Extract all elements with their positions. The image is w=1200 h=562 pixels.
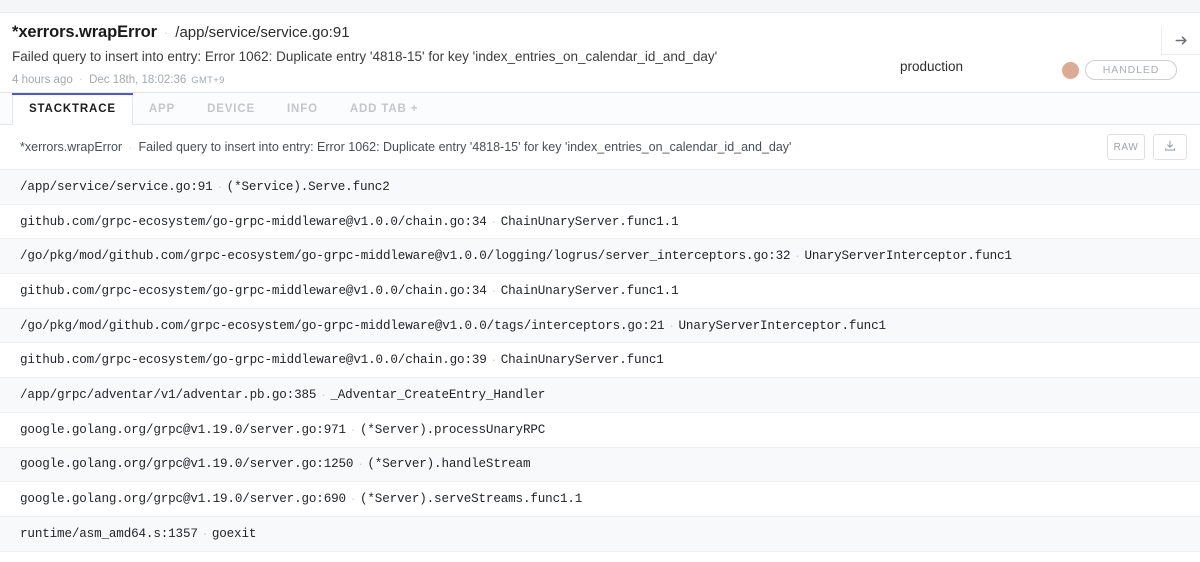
stack-frame-function: ChainUnaryServer.func1.1 — [500, 214, 679, 229]
stack-frame-location: /app/service/service.go:91 — [20, 179, 213, 194]
status-dot — [1062, 62, 1079, 79]
stack-frame-location: /go/pkg/mod/github.com/grpc-ecosystem/go… — [20, 249, 791, 264]
stack-frame-separator: · — [217, 179, 222, 194]
stack-frame-separator: · — [358, 457, 363, 472]
stack-frame-function: _Adventar_CreateEntry_Handler — [330, 387, 546, 402]
stack-frame-function: (*Server).processUnaryRPC — [359, 422, 546, 437]
stack-frame-separator: · — [491, 214, 496, 229]
stacktrace-subheader: *xerrors.wrapError · Failed query to ins… — [0, 125, 1200, 170]
stacktrace-list: /app/service/service.go:91 · (*Service).Se… — [0, 170, 1200, 552]
tab-app[interactable]: APP — [133, 93, 191, 125]
error-title-line: *xerrors.wrapError · /app/service/servic… — [12, 22, 1184, 43]
stack-frame-location: github.com/grpc-ecosystem/go-grpc-middle… — [20, 283, 487, 298]
stack-frame-row[interactable]: github.com/grpc-ecosystem/go-grpc-middle… — [0, 274, 1200, 309]
stack-frame-row[interactable]: google.golang.org/grpc@v1.19.0/server.go… — [0, 412, 1200, 448]
environment-label: production — [900, 59, 964, 74]
tab-add[interactable]: ADD TAB + — [334, 93, 434, 125]
stack-frame-row[interactable]: /go/pkg/mod/github.com/grpc-ecosystem/go… — [0, 239, 1200, 275]
error-message: Failed query to insert into entry: Error… — [12, 48, 718, 64]
error-location[interactable]: /app/service/service.go:91 — [175, 24, 349, 43]
error-timestamp: 4 hours ago · Dec 18th, 18:02:36 GMT+9 — [12, 71, 1184, 86]
stack-frame-separator: · — [202, 526, 207, 541]
status-badge[interactable]: HANDLED — [1085, 60, 1177, 80]
tab-bar: STACKTRACE APP DEVICE INFO ADD TAB + — [0, 93, 1200, 125]
stack-frame-location: /go/pkg/mod/github.com/grpc-ecosystem/go… — [20, 318, 665, 333]
title-separator: · — [163, 25, 169, 40]
next-error-button[interactable] — [1161, 26, 1200, 55]
stack-frame-function: UnaryServerInterceptor.func1 — [804, 249, 1012, 264]
stack-frame-separator: · — [491, 353, 496, 368]
arrow-right-icon — [1174, 33, 1189, 48]
tab-label: STACKTRACE — [29, 102, 116, 115]
tab-label: INFO — [287, 103, 318, 115]
stack-frame-function: (*Service).Serve.func2 — [226, 179, 390, 194]
stack-frame-function: goexit — [211, 526, 257, 541]
subheader-error-message: Failed query to insert into entry: Error… — [138, 140, 792, 154]
stack-frame-function: ChainUnaryServer.func1.1 — [500, 283, 679, 298]
error-header: *xerrors.wrapError · /app/service/servic… — [0, 13, 1200, 93]
raw-button[interactable]: RAW — [1107, 134, 1145, 160]
subheader-error-type: *xerrors.wrapError — [20, 140, 123, 154]
tab-stacktrace[interactable]: STACKTRACE — [12, 93, 133, 125]
stack-frame-location: google.golang.org/grpc@v1.19.0/server.go… — [20, 422, 346, 437]
stack-frame-location: github.com/grpc-ecosystem/go-grpc-middle… — [20, 353, 487, 368]
stack-frame-row[interactable]: /app/grpc/adventar/v1/adventar.pb.go:385… — [0, 378, 1200, 413]
stack-frame-separator: · — [321, 387, 326, 402]
relative-time: 4 hours ago — [12, 74, 73, 87]
stack-frame-separator: · — [350, 492, 355, 507]
stack-frame-separator: · — [795, 249, 800, 264]
download-icon — [1163, 139, 1177, 156]
stack-frame-separator: · — [669, 318, 674, 333]
stack-frame-row[interactable]: github.com/grpc-ecosystem/go-grpc-middle… — [0, 204, 1200, 240]
download-button[interactable] — [1153, 134, 1187, 160]
stack-frame-separator: · — [491, 283, 496, 298]
stack-frame-location: runtime/asm_amd64.s:1357 — [20, 526, 198, 541]
tab-info[interactable]: INFO — [271, 93, 334, 125]
stack-frame-location: google.golang.org/grpc@v1.19.0/server.go… — [20, 492, 346, 507]
error-detail-page: *xerrors.wrapError · /app/service/servic… — [0, 0, 1200, 562]
stack-frame-function: (*Server).handleStream — [367, 457, 531, 472]
tab-label: ADD TAB + — [349, 103, 419, 115]
stack-frame-location: google.golang.org/grpc@v1.19.0/server.go… — [20, 457, 354, 472]
stack-frame-row[interactable]: google.golang.org/grpc@v1.19.0/server.go… — [0, 447, 1200, 483]
stack-frame-function: UnaryServerInterceptor.func1 — [678, 318, 887, 333]
stack-frame-row[interactable]: google.golang.org/grpc@v1.19.0/server.go… — [0, 482, 1200, 517]
stack-frame-separator: · — [350, 422, 355, 437]
stack-frame-location: /app/grpc/adventar/v1/adventar.pb.go:385 — [20, 387, 317, 402]
stack-frame-function: (*Server).serveStreams.func1.1 — [359, 492, 583, 507]
meta-separator: · — [78, 71, 84, 87]
error-type: *xerrors.wrapError — [12, 23, 157, 41]
tab-label: APP — [148, 103, 176, 115]
timezone-label: GMT+9 — [191, 75, 225, 87]
tab-device[interactable]: DEVICE — [191, 93, 271, 125]
window-top-strip — [0, 0, 1200, 13]
absolute-time: Dec 18th, 18:02:36 — [89, 74, 187, 87]
subheader-actions: RAW — [1107, 134, 1187, 160]
stack-frame-row[interactable]: /go/pkg/mod/github.com/grpc-ecosystem/go… — [0, 308, 1200, 344]
stack-frame-row[interactable]: runtime/asm_amd64.s:1357 · goexit — [0, 516, 1200, 552]
stack-frame-location: github.com/grpc-ecosystem/go-grpc-middle… — [20, 214, 487, 229]
tab-label: DEVICE — [207, 103, 255, 115]
stack-frame-row[interactable]: github.com/grpc-ecosystem/go-grpc-middle… — [0, 343, 1200, 379]
stack-frame-function: ChainUnaryServer.func1 — [500, 353, 664, 368]
stack-frame-row[interactable]: /app/service/service.go:91 · (*Service).Se… — [0, 170, 1200, 205]
subheader-separator: · — [128, 139, 133, 155]
